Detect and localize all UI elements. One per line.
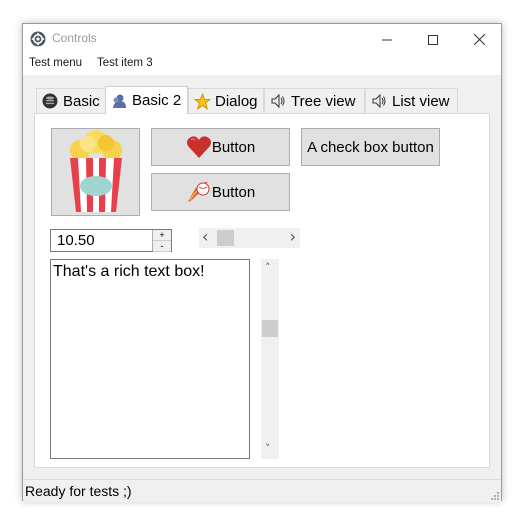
heart-button[interactable]: Button (151, 128, 290, 166)
title-bar: Controls (23, 24, 501, 55)
rich-text-box[interactable]: That's a rich text box! (50, 259, 250, 459)
horizontal-scrollbar[interactable]: ‹ › (199, 228, 300, 248)
popcorn-icon (69, 130, 122, 212)
tab-label: Basic (63, 92, 100, 110)
scroll-left-arrow[interactable]: ‹ (202, 228, 208, 246)
database-icon (41, 92, 59, 110)
rich-text-content: That's a rich text box! (53, 263, 205, 280)
numeric-value: 10.50 (57, 232, 95, 249)
tab-basic-2[interactable]: Basic 2 (105, 86, 188, 114)
menu-test-menu[interactable]: Test menu (29, 57, 82, 69)
numeric-input[interactable]: 10.50 + - (50, 229, 172, 252)
check-box-button[interactable]: A check box button (301, 128, 440, 166)
tab-tree-view[interactable]: Tree view (264, 88, 365, 113)
vertical-scrollbar[interactable]: ˄ ˅ (261, 259, 279, 459)
menu-bar: Test menu Test item 3 (23, 55, 501, 75)
tab-dialog[interactable]: Dialog (188, 88, 264, 113)
increment-button[interactable]: + (153, 230, 171, 241)
tab-label: Dialog (215, 92, 258, 110)
gear-icon (30, 31, 46, 47)
fireball-button[interactable]: Button (151, 173, 290, 211)
resize-grip-icon[interactable] (489, 490, 499, 500)
star-icon (193, 92, 211, 110)
tab-label: Tree view (291, 92, 356, 110)
tab-basic[interactable]: Basic (36, 88, 106, 113)
popcorn-image-button[interactable] (51, 128, 140, 216)
tab-label: Basic 2 (132, 92, 182, 109)
horizontal-scroll-thumb[interactable] (217, 230, 234, 246)
user-icon (110, 92, 128, 110)
controls-window: Controls Test menu Test item 3 Basic Bas… (22, 23, 502, 502)
maximize-button[interactable] (410, 24, 456, 55)
speaker-icon (269, 92, 287, 110)
scroll-down-arrow[interactable]: ˅ (265, 442, 271, 455)
vertical-scroll-thumb[interactable] (262, 320, 278, 337)
fireball-icon (187, 182, 210, 202)
tab-label: List view (392, 92, 450, 110)
close-button[interactable] (456, 24, 502, 55)
scroll-right-arrow[interactable]: › (290, 228, 296, 246)
heart-icon (186, 136, 211, 158)
speaker-icon (370, 92, 388, 110)
status-text: Ready for tests ;) (25, 483, 132, 499)
status-bar: Ready for tests ;) (23, 479, 501, 502)
fireball-button-label: Button (211, 183, 256, 201)
heart-button-label: Button (211, 138, 256, 156)
tab-list-view[interactable]: List view (365, 88, 458, 113)
menu-test-item-3[interactable]: Test item 3 (97, 57, 153, 69)
decrement-button[interactable]: - (153, 241, 171, 252)
minimize-button[interactable] (364, 24, 410, 55)
window-title: Controls (52, 31, 97, 45)
scroll-up-arrow[interactable]: ˄ (265, 261, 271, 274)
check-box-button-label: A check box button (307, 138, 434, 156)
numeric-spinner: + - (152, 230, 171, 252)
